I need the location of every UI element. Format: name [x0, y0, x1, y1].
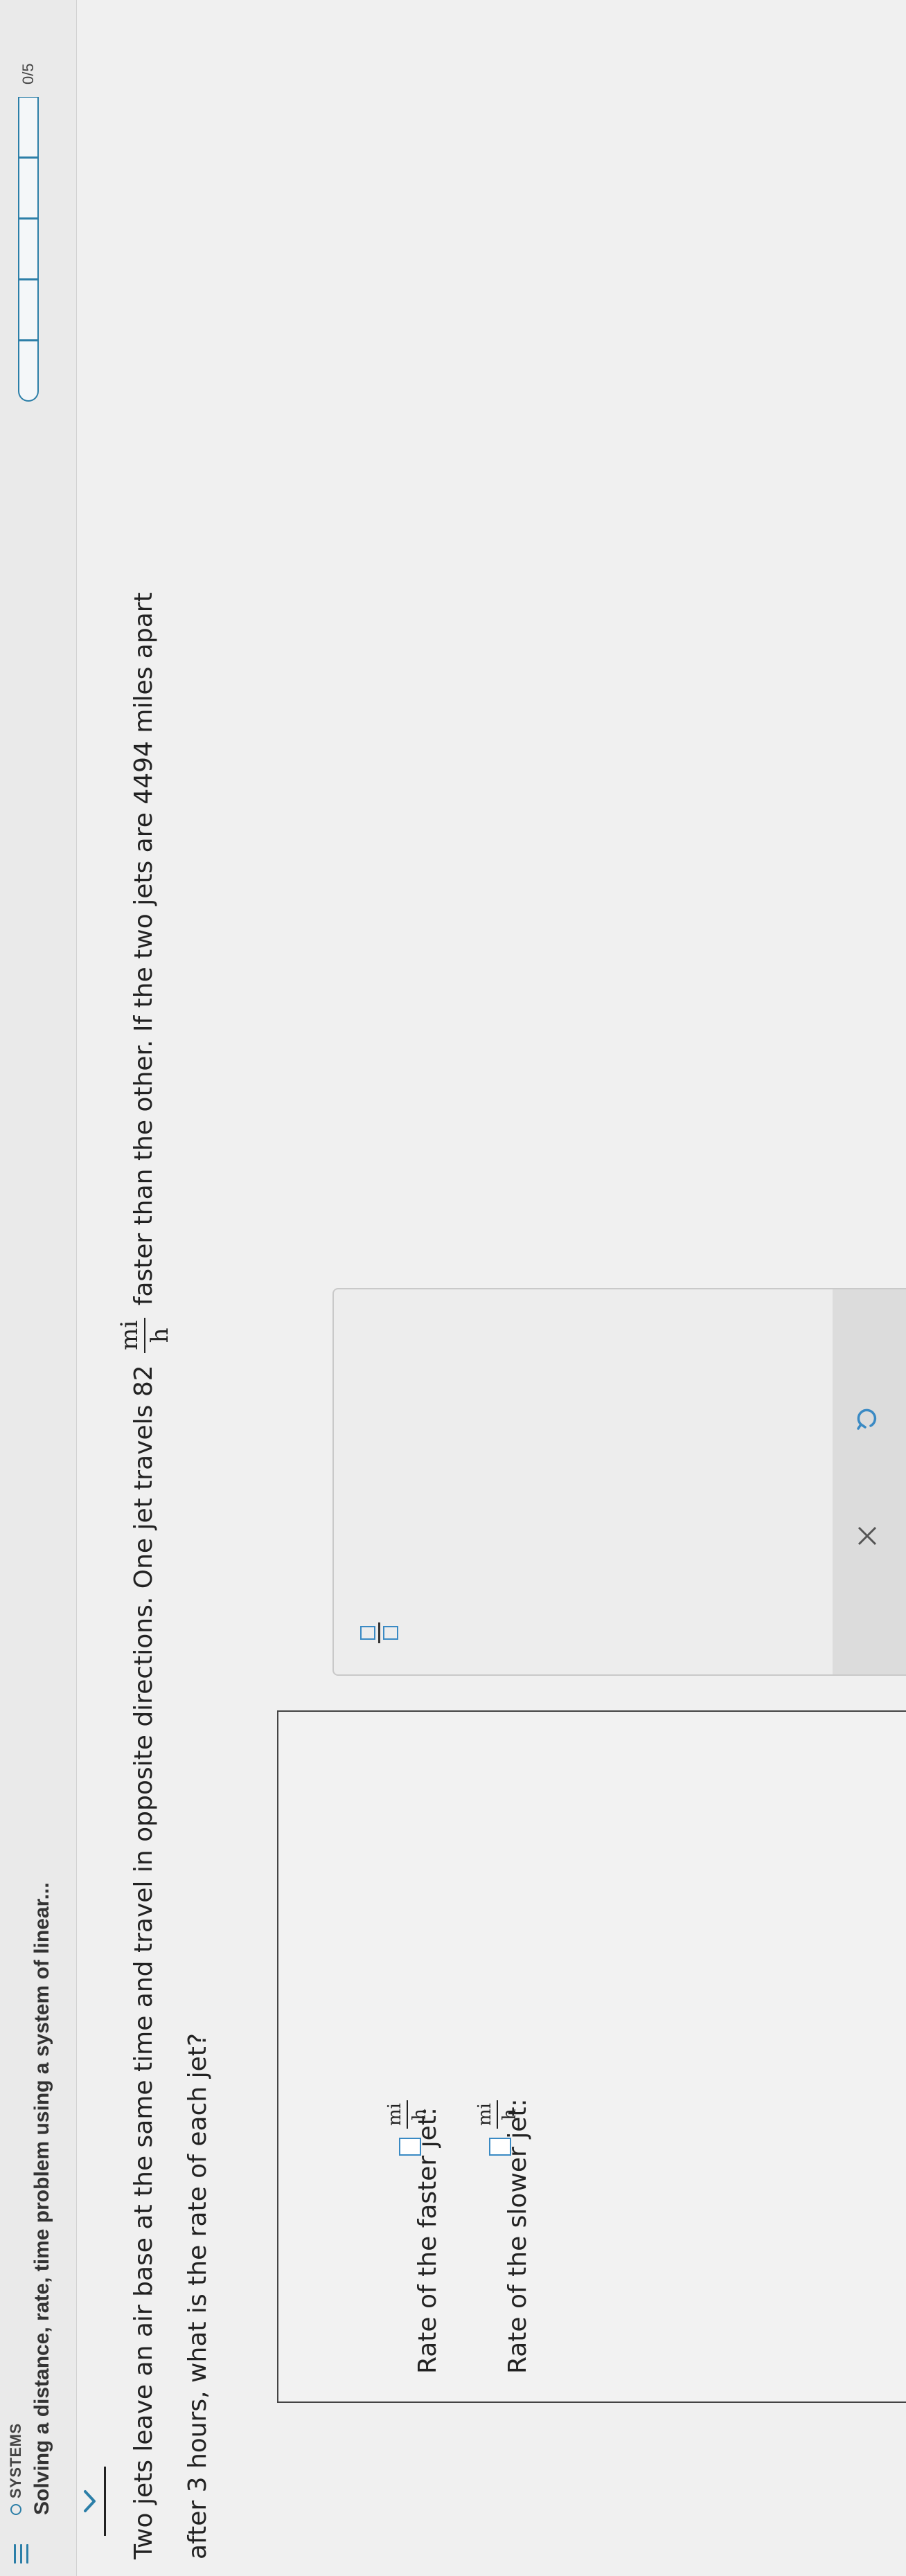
question-part-2: faster than the other. If the two jets a… — [130, 592, 158, 1306]
question-text: Two jets leave an air base at the same t… — [116, 170, 224, 2559]
page: SYSTEMS Solving a distance, rate, time p… — [0, 0, 906, 2576]
unit-denominator: h — [499, 2109, 520, 2120]
faster-jet-input[interactable] — [399, 2138, 421, 2156]
answer-box: Rate of the faster jet: mi h Rate of the… — [277, 1710, 906, 2403]
keypad-actions — [833, 1289, 906, 1674]
close-icon — [858, 1526, 877, 1546]
progress-segment — [18, 341, 39, 402]
undo-button[interactable] — [846, 1397, 888, 1439]
question-part-1: Two jets leave an air base at the same t… — [130, 1365, 158, 2559]
menu-icon[interactable] — [14, 2544, 29, 2564]
fraction-icon — [359, 1622, 398, 1643]
clear-button[interactable] — [846, 1515, 888, 1557]
question-part-3: after 3 hours, what is the rate of each … — [184, 2032, 212, 2559]
header: SYSTEMS Solving a distance, rate, time p… — [0, 0, 77, 2576]
progress-segment — [18, 219, 39, 280]
progress-bar: 0/5 — [14, 63, 43, 402]
page-title: Solving a distance, rate, time problem u… — [30, 1882, 53, 2515]
unit-denominator: h — [409, 2109, 430, 2120]
math-keypad — [332, 1288, 906, 1676]
progress-segment — [18, 158, 39, 219]
progress-count: 0/5 — [19, 63, 37, 84]
chevron-down-icon — [84, 2490, 96, 2512]
slower-jet-unit: mi h — [474, 2100, 520, 2129]
unit-numerator: mi — [474, 2100, 498, 2129]
unit-denominator: h — [146, 1327, 174, 1343]
unit-numerator: mi — [116, 1317, 145, 1353]
collapse-toggle[interactable] — [82, 2467, 106, 2536]
undo-icon — [857, 1408, 877, 1430]
topic-label: SYSTEMS — [7, 2423, 24, 2498]
faster-jet-unit: mi h — [384, 2100, 430, 2129]
slower-jet-input[interactable] — [489, 2138, 511, 2156]
progress-segment — [18, 280, 39, 341]
unit-fraction: mi h — [116, 1317, 174, 1353]
fraction-button[interactable] — [348, 1605, 410, 1661]
status-circle-icon — [10, 2504, 21, 2515]
unit-numerator: mi — [384, 2100, 408, 2129]
progress-segment — [18, 97, 39, 158]
